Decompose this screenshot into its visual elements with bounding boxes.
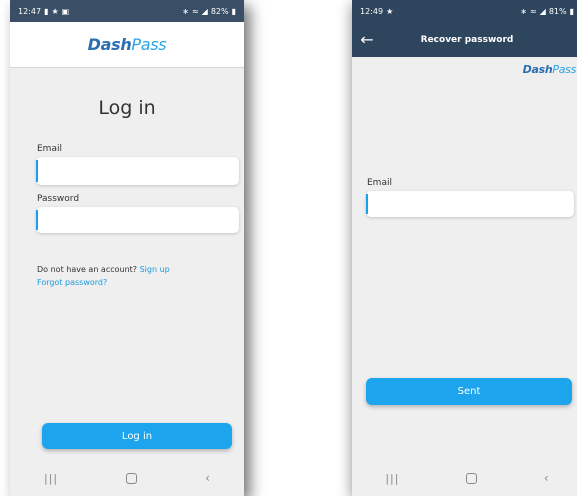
- screenshot-stage: 12:47 ▮ ★ ▣ ∗ ≈ ◢ 82% ▮ DashPass Log in …: [0, 0, 577, 496]
- email-input[interactable]: [366, 191, 574, 217]
- back-arrow-icon[interactable]: ←: [352, 30, 382, 49]
- back-nav-icon[interactable]: ‹: [205, 471, 210, 485]
- password-input[interactable]: [36, 207, 239, 233]
- system-nav-bar: ||| ‹: [352, 460, 577, 496]
- text-cursor: [36, 160, 38, 182]
- sign-up-link[interactable]: Sign up: [140, 265, 170, 274]
- logo-dash-text: Dash: [87, 35, 132, 54]
- password-label: Password: [37, 194, 80, 204]
- wifi-icon: ≈: [529, 6, 537, 16]
- sent-button[interactable]: Sent: [366, 378, 572, 405]
- star-icon: ★: [386, 6, 394, 16]
- text-cursor: [36, 210, 38, 230]
- app-bar: ← Recover password: [352, 22, 577, 57]
- battery-icon: ▮: [569, 6, 574, 16]
- signal-icon: ◢: [201, 6, 208, 16]
- no-account-text: Do not have an account?: [37, 265, 138, 274]
- star-icon: ★: [51, 6, 59, 16]
- message-icon: ▮: [44, 6, 49, 16]
- gallery-icon: ▣: [61, 6, 70, 16]
- password-field[interactable]: [36, 207, 239, 233]
- recent-apps-icon[interactable]: |||: [385, 472, 399, 485]
- app-header: DashPass: [10, 22, 244, 68]
- status-time: 12:49: [360, 6, 384, 16]
- recent-apps-icon[interactable]: |||: [44, 472, 58, 485]
- page-title: Log in: [98, 97, 156, 119]
- dashpass-logo: DashPass: [522, 63, 577, 76]
- wifi-icon: ≈: [191, 6, 199, 16]
- bluetooth-icon: ∗: [520, 6, 527, 16]
- forgot-password-link[interactable]: Forgot password?: [37, 276, 170, 289]
- status-time: 12:47: [18, 6, 42, 16]
- battery-percent: 82%: [210, 6, 229, 16]
- text-cursor: [366, 194, 368, 214]
- logo-dash-text: Dash: [522, 63, 553, 76]
- status-bar: 12:47 ▮ ★ ▣ ∗ ≈ ◢ 82% ▮: [10, 0, 244, 22]
- battery-icon: ▮: [231, 6, 236, 16]
- account-links: Do not have an account? Sign up Forgot p…: [37, 263, 170, 289]
- recover-password-screen: 12:49 ★ ∗ ≈ ◢ 81% ▮ ← Recover password D…: [352, 0, 577, 496]
- home-icon[interactable]: [126, 472, 138, 484]
- back-nav-icon[interactable]: ‹: [544, 471, 549, 485]
- screen-title: Recover password: [420, 34, 514, 45]
- login-button[interactable]: Log in: [42, 423, 232, 449]
- battery-percent: 81%: [548, 6, 567, 16]
- login-screen: 12:47 ▮ ★ ▣ ∗ ≈ ◢ 82% ▮ DashPass Log in …: [10, 0, 244, 496]
- dashpass-logo: DashPass: [88, 35, 167, 54]
- status-bar: 12:49 ★ ∗ ≈ ◢ 81% ▮: [352, 0, 577, 22]
- email-input[interactable]: [36, 157, 239, 185]
- bluetooth-icon: ∗: [182, 6, 189, 16]
- home-icon[interactable]: [466, 472, 478, 484]
- email-label: Email: [37, 144, 62, 154]
- email-field[interactable]: [366, 191, 574, 217]
- logo-pass-text: Pass: [131, 35, 167, 54]
- email-label: Email: [367, 178, 392, 188]
- logo-pass-text: Pass: [552, 63, 576, 76]
- email-field[interactable]: [36, 157, 239, 185]
- system-nav-bar: ||| ‹: [10, 460, 244, 496]
- signal-icon: ◢: [539, 6, 546, 16]
